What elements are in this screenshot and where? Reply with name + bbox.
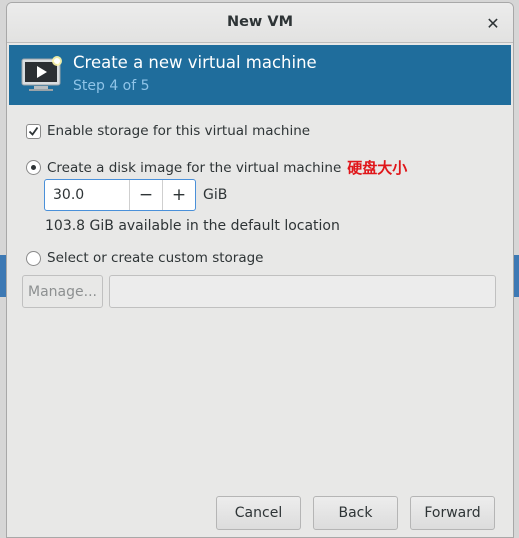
disk-image-label: Create a disk image for the virtual mach… <box>47 159 342 176</box>
close-icon[interactable]: ✕ <box>481 11 505 35</box>
back-button[interactable]: Back <box>313 496 398 530</box>
wizard-header: Create a new virtual machine Step 4 of 5 <box>9 45 511 105</box>
custom-storage-path-field <box>109 275 496 308</box>
radio-selected-dot <box>31 165 36 170</box>
custom-storage-radio[interactable] <box>26 250 41 266</box>
enable-storage-row[interactable]: Enable storage for this virtual machine <box>26 123 310 139</box>
disk-image-row[interactable]: Create a disk image for the virtual mach… <box>26 157 407 178</box>
new-vm-dialog: New VM ✕ Create a new virtual machine St… <box>6 2 514 538</box>
virtual-machine-icon <box>19 55 65 93</box>
custom-storage-row[interactable]: Select or create custom storage <box>26 250 263 266</box>
wizard-title: Create a new virtual machine <box>73 53 317 72</box>
title-bar: New VM ✕ <box>7 3 513 43</box>
wizard-step: Step 4 of 5 <box>73 78 150 94</box>
increment-button[interactable]: + <box>162 180 195 210</box>
enable-storage-checkbox[interactable] <box>26 123 41 139</box>
forward-button[interactable]: Forward <box>410 496 495 530</box>
enable-storage-label: Enable storage for this virtual machine <box>47 123 311 139</box>
decrement-button[interactable]: − <box>129 180 162 210</box>
check-icon <box>28 126 39 136</box>
disk-image-radio[interactable] <box>26 160 41 175</box>
custom-storage-label: Select or create custom storage <box>47 250 264 266</box>
manage-button: Manage... <box>22 275 103 308</box>
cancel-button[interactable]: Cancel <box>216 496 301 530</box>
window-title: New VM <box>226 14 294 30</box>
disk-size-input[interactable]: 30.0 <box>45 180 129 210</box>
available-space-text: 103.8 GiB available in the default locat… <box>45 218 340 234</box>
size-unit-label: GiB <box>203 187 228 203</box>
disk-size-spinner[interactable]: 30.0 − + <box>44 179 196 211</box>
disk-size-annotation: 硬盘大小 <box>347 159 408 177</box>
